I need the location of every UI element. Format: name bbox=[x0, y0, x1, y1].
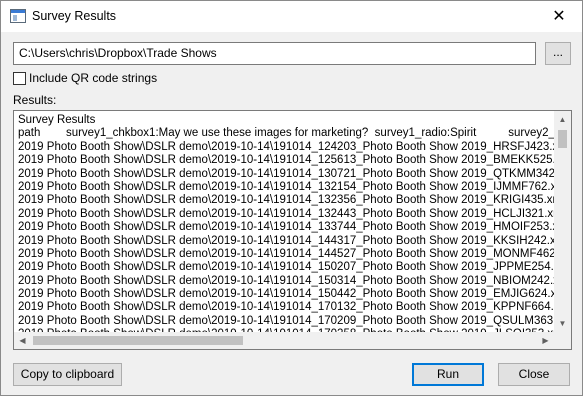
close-icon[interactable]: ✕ bbox=[536, 1, 582, 32]
horizontal-scroll-thumb[interactable] bbox=[33, 336, 243, 345]
include-qr-label: Include QR code strings bbox=[29, 71, 158, 85]
vertical-scroll-thumb[interactable] bbox=[558, 130, 567, 148]
results-row: 2019 Photo Booth Show\DSLR demo\2019-10-… bbox=[18, 167, 554, 180]
results-row: 2019 Photo Booth Show\DSLR demo\2019-10-… bbox=[18, 274, 554, 287]
include-qr-checkbox[interactable] bbox=[13, 72, 26, 85]
results-row: 2019 Photo Booth Show\DSLR demo\2019-10-… bbox=[18, 261, 554, 274]
results-textbox[interactable]: Survey Results path survey1_chkbox1:May w… bbox=[13, 110, 572, 350]
run-button[interactable]: Run bbox=[412, 363, 484, 386]
results-row: 2019 Photo Booth Show\DSLR demo\2019-10-… bbox=[18, 301, 554, 314]
app-window-icon bbox=[10, 9, 26, 23]
results-heading-line: Survey Results bbox=[18, 114, 96, 126]
title-bar[interactable]: Survey Results ✕ bbox=[1, 1, 582, 32]
scrollbar-corner bbox=[554, 332, 571, 349]
browse-button[interactable]: ... bbox=[545, 42, 571, 65]
copy-to-clipboard-button[interactable]: Copy to clipboard bbox=[13, 363, 122, 386]
scroll-down-icon[interactable]: ▼ bbox=[554, 315, 571, 332]
results-header-row: path survey1_chkbox1:May we use these im… bbox=[18, 127, 554, 140]
results-label: Results: bbox=[13, 93, 57, 107]
results-content: Survey Results path survey1_chkbox1:May w… bbox=[18, 114, 554, 332]
folder-path-input[interactable]: C:\Users\chris\Dropbox\Trade Shows bbox=[13, 42, 536, 65]
results-row: 2019 Photo Booth Show\DSLR demo\2019-10-… bbox=[18, 234, 554, 247]
close-button[interactable]: Close bbox=[498, 363, 570, 386]
results-row: 2019 Photo Booth Show\DSLR demo\2019-10-… bbox=[18, 247, 554, 260]
scroll-left-icon[interactable]: ◀ bbox=[14, 332, 31, 349]
results-row: 2019 Photo Booth Show\DSLR demo\2019-10-… bbox=[18, 194, 554, 207]
results-row: 2019 Photo Booth Show\DSLR demo\2019-10-… bbox=[18, 180, 554, 193]
vertical-scrollbar[interactable]: ▲ ▼ bbox=[554, 111, 571, 332]
survey-results-window: Survey Results ✕ C:\Users\chris\Dropbox\… bbox=[0, 0, 583, 396]
results-row: 2019 Photo Booth Show\DSLR demo\2019-10-… bbox=[18, 154, 554, 167]
results-row: 2019 Photo Booth Show\DSLR demo\2019-10-… bbox=[18, 207, 554, 220]
horizontal-scrollbar[interactable]: ◀ ▶ bbox=[14, 332, 554, 349]
scroll-right-icon[interactable]: ▶ bbox=[537, 332, 554, 349]
results-row: 2019 Photo Booth Show\DSLR demo\2019-10-… bbox=[18, 221, 554, 234]
results-row: 2019 Photo Booth Show\DSLR demo\2019-10-… bbox=[18, 314, 554, 327]
window-title: Survey Results bbox=[32, 9, 117, 23]
scroll-up-icon[interactable]: ▲ bbox=[554, 111, 571, 128]
results-row: 2019 Photo Booth Show\DSLR demo\2019-10-… bbox=[18, 140, 554, 153]
results-row: 2019 Photo Booth Show\DSLR demo\2019-10-… bbox=[18, 288, 554, 301]
